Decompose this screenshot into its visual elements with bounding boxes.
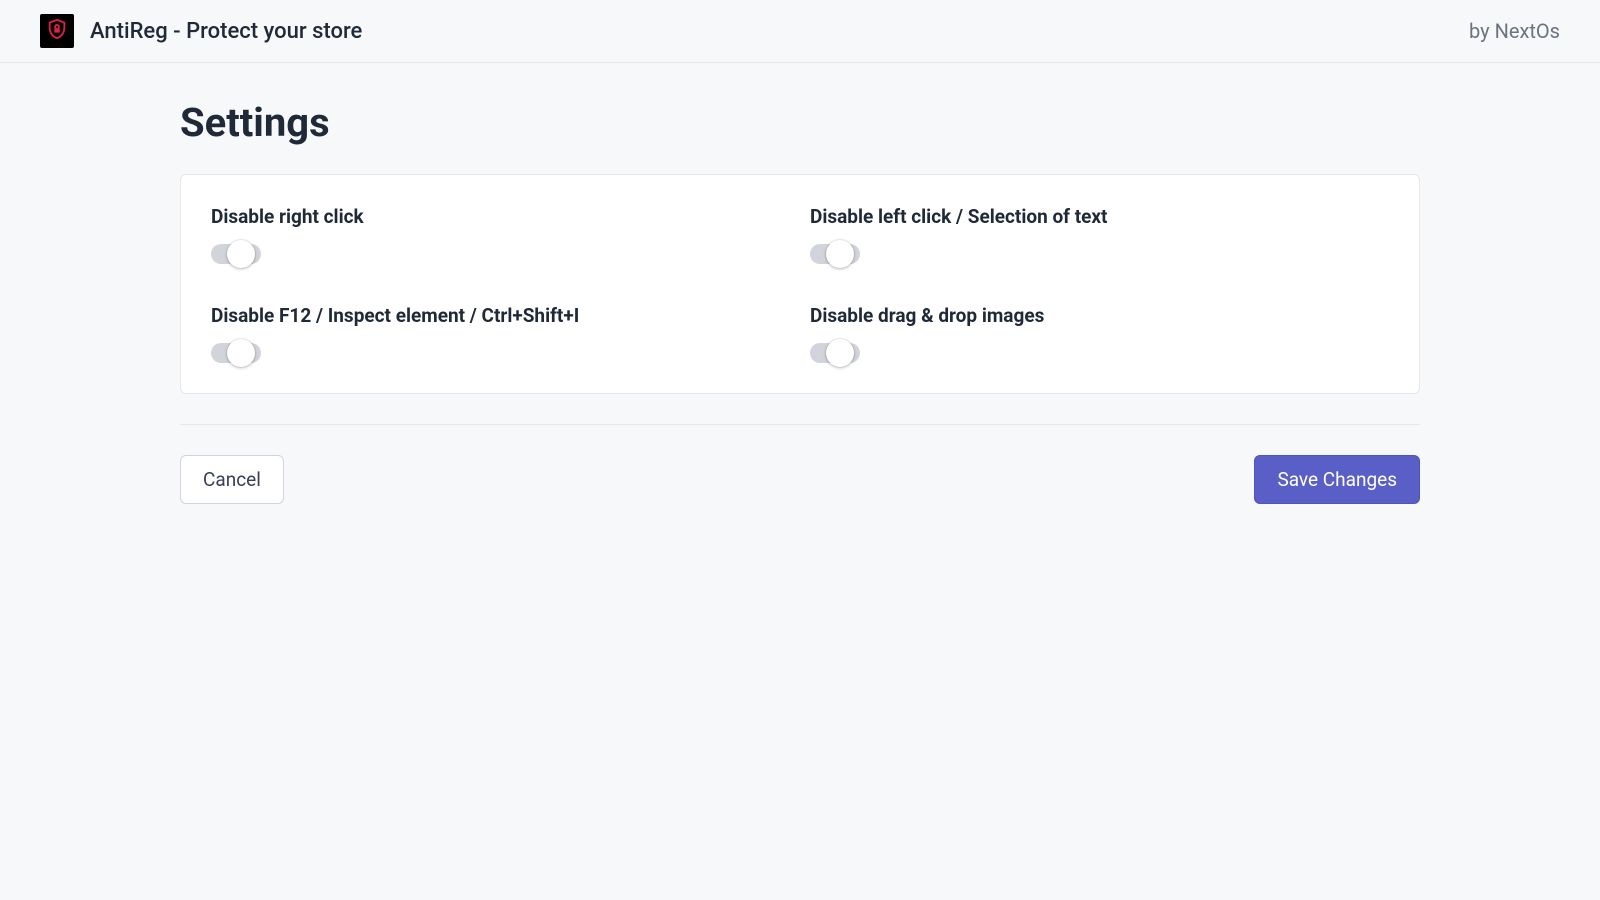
toggle-disable-f12[interactable] bbox=[211, 343, 261, 363]
app-title: AntiReg - Protect your store bbox=[90, 19, 362, 44]
toggle-disable-right-click[interactable] bbox=[211, 244, 261, 264]
toggle-disable-left-click[interactable] bbox=[810, 244, 860, 264]
toggle-disable-drag-drop[interactable] bbox=[810, 343, 860, 363]
actions-row: Cancel Save Changes bbox=[180, 455, 1420, 504]
save-button[interactable]: Save Changes bbox=[1254, 455, 1420, 504]
page-title: Settings bbox=[180, 99, 1420, 146]
cancel-button[interactable]: Cancel bbox=[180, 455, 284, 504]
setting-disable-drag-drop: Disable drag & drop images bbox=[810, 304, 1389, 363]
app-logo bbox=[40, 14, 74, 48]
toggle-knob bbox=[227, 339, 255, 367]
toggle-knob bbox=[826, 240, 854, 268]
app-header: AntiReg - Protect your store by NextOs bbox=[0, 0, 1600, 63]
setting-label: Disable right click bbox=[211, 205, 790, 228]
setting-disable-right-click: Disable right click bbox=[211, 205, 790, 264]
setting-disable-left-click: Disable left click / Selection of text bbox=[810, 205, 1389, 264]
main-container: Settings Disable right click Disable lef… bbox=[140, 63, 1460, 540]
divider bbox=[180, 424, 1420, 425]
setting-label: Disable F12 / Inspect element / Ctrl+Shi… bbox=[211, 304, 790, 327]
toggle-knob bbox=[227, 240, 255, 268]
header-left: AntiReg - Protect your store bbox=[40, 14, 362, 48]
settings-card: Disable right click Disable left click /… bbox=[180, 174, 1420, 394]
setting-disable-f12: Disable F12 / Inspect element / Ctrl+Shi… bbox=[211, 304, 790, 363]
shield-lock-icon bbox=[46, 18, 68, 44]
header-byline: by NextOs bbox=[1469, 19, 1560, 43]
setting-label: Disable left click / Selection of text bbox=[810, 205, 1389, 228]
setting-label: Disable drag & drop images bbox=[810, 304, 1389, 327]
toggle-knob bbox=[826, 339, 854, 367]
